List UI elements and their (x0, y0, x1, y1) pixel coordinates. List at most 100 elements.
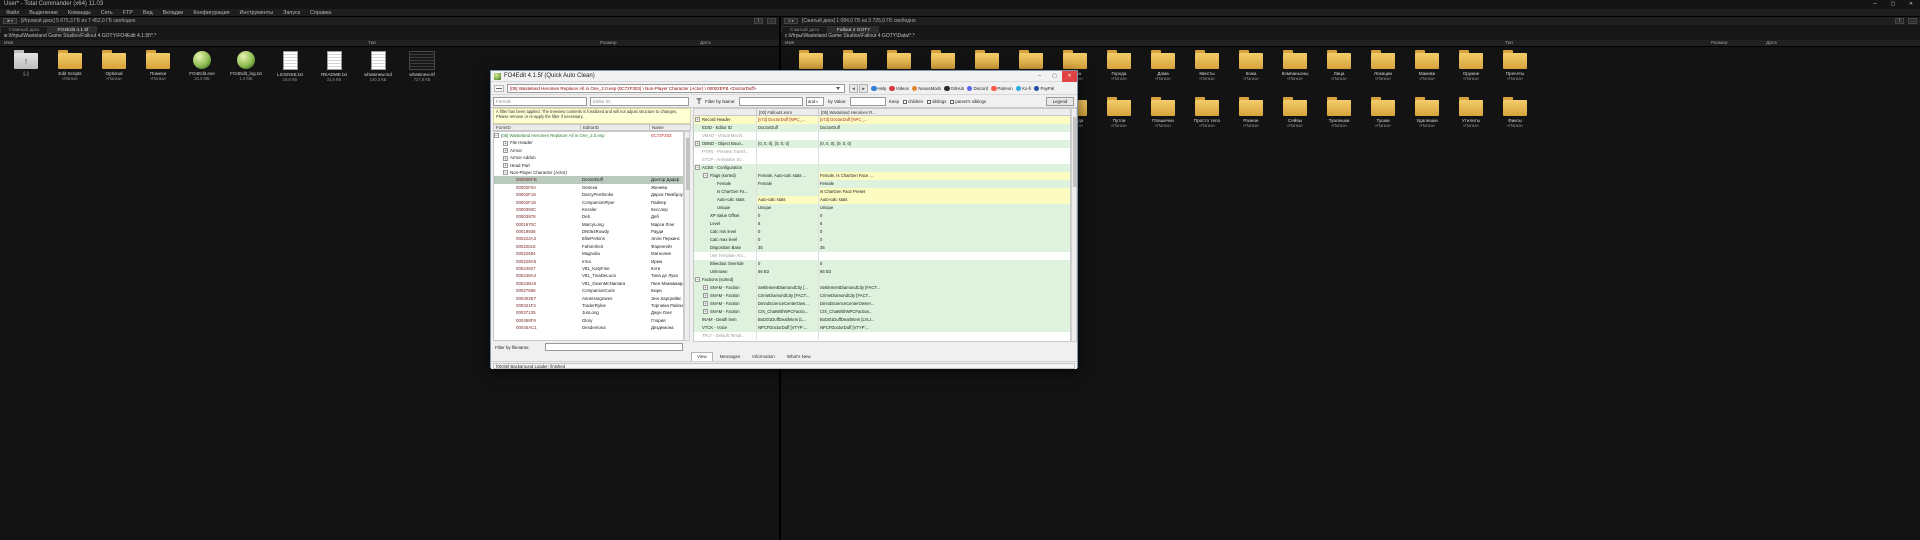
expander-icon[interactable]: + (703, 293, 708, 298)
tc-col-size[interactable]: Размер (600, 40, 617, 47)
record-field-row[interactable]: +SNAM - Faction CrimeDiamondCity [FACT..… (694, 292, 1070, 300)
external-link[interactable]: Videos (889, 86, 909, 92)
record-tree-row[interactable]: 00002F0A Geneva Женева (494, 184, 683, 191)
record-tree-row[interactable]: 00002F1E CompanionPiper Пайпер (494, 199, 683, 206)
record-field-row[interactable]: STCP - Animation So... (694, 156, 1070, 164)
master-value-cell[interactable] (756, 156, 818, 164)
tc-folder-item[interactable]: Пресеты «Папка» (1493, 48, 1537, 81)
scrollbar-thumb[interactable] (1073, 117, 1077, 187)
expander-icon[interactable]: + (503, 163, 508, 168)
record-panel-scrollbar[interactable] (1071, 108, 1077, 342)
override-value-cell[interactable]: 0 (818, 236, 1071, 244)
master-value-cell[interactable]: 6 (756, 220, 818, 228)
record-field-row[interactable]: VTCK - Voice NPCFDoctorDuff [VTYP:... NP… (694, 324, 1070, 332)
expander-icon[interactable]: + (503, 156, 508, 161)
override-value-cell[interactable]: (0, 0, 0), (0, 0, 0) (818, 140, 1071, 148)
record-field-row[interactable]: Unique Unique Unique (694, 204, 1070, 212)
master-value-cell[interactable]: 66 B3 (756, 268, 818, 276)
external-link[interactable]: Ko-fi (1016, 86, 1031, 92)
master-value-cell[interactable] (756, 188, 818, 196)
tc-folder-tab[interactable]: Fallout 4 GOTY (828, 26, 879, 33)
record-field-row[interactable]: +SNAM - Faction DmndScienceCenterOwn... … (694, 300, 1070, 308)
override-value-cell[interactable]: 0 (818, 260, 1071, 268)
formid-search-input[interactable] (493, 97, 587, 106)
record-field-row[interactable]: −Factions (sorted) (694, 276, 1070, 284)
tc-folder-tab[interactable]: Сжатый диск (781, 26, 828, 33)
record-field-row[interactable]: TPLT - Default Templ... (694, 332, 1070, 340)
override-value-cell[interactable]: Unique (818, 204, 1071, 212)
tc-col-type[interactable]: Тип (368, 40, 376, 47)
record-field-row[interactable]: PTRN - Preview Transf... (694, 148, 1070, 156)
tc-file-item[interactable]: Edit Scripts «Папка» (48, 48, 92, 82)
master-value-cell[interactable]: [v73] DoctorDuff [NPC_... (756, 116, 818, 124)
bottom-tab[interactable]: What's New (782, 352, 816, 361)
master-value-cell[interactable] (756, 252, 818, 260)
tc-close-button[interactable] (1906, 0, 1916, 9)
tc-col-date[interactable]: Дата (700, 40, 711, 47)
nav-forward-button[interactable]: ► (859, 84, 868, 93)
record-field-row[interactable]: EDID - Editor ID DoctorDuff DoctorDuff (694, 124, 1070, 132)
fo4edit-titlebar[interactable]: FO4Edit 4.1.5f (Quick Auto Clean) (491, 71, 1077, 82)
master-value-cell[interactable]: Female, Auto-calc stats ... (756, 172, 818, 180)
record-field-row[interactable]: −ACBS - Configuration (694, 164, 1070, 172)
expander-icon[interactable]: + (703, 309, 708, 314)
tc-folder-tab[interactable]: FO4Edit 4.1.5f (48, 26, 97, 33)
master-value-cell[interactable]: 0 (756, 212, 818, 220)
override-value-cell[interactable] (818, 148, 1071, 156)
tc-right-updir-button[interactable]: .. (1908, 18, 1917, 24)
override-value-cell[interactable]: Is CharGen Face Preset (818, 188, 1071, 196)
tc-menu-item[interactable]: Файл (6, 9, 19, 16)
hamburger-menu-icon[interactable] (494, 85, 504, 92)
record-field-row[interactable]: Auto-calc stats Auto-calc stats Auto-cal… (694, 196, 1070, 204)
master-value-cell[interactable] (756, 332, 818, 340)
tc-left-root-button[interactable]: \ (754, 18, 763, 24)
record-tree-row[interactable]: 00024B19 V81_GwenMcNamara Гвен Макнамара (494, 280, 683, 287)
tc-menu-item[interactable]: Сеть (101, 9, 113, 16)
record-tree-row[interactable]: 000228A5 Irma Ирма (494, 258, 683, 265)
tc-folder-item[interactable]: Утилиты «Папка» (1449, 95, 1493, 128)
master-value-cell[interactable]: Auto-calc stats (756, 196, 818, 204)
tc-folder-item[interactable]: Квесты «Папка» (1185, 48, 1229, 81)
tc-col-type[interactable]: Тип (1505, 40, 1513, 47)
master-value-cell[interactable]: DmndScienceCenterOwn... (756, 300, 818, 308)
record-tree-row[interactable]: 0001970C MarcyLong Марси Лонг (494, 221, 683, 228)
external-link[interactable]: NexusMods (912, 86, 941, 92)
tc-folder-item[interactable]: Туалешки «Папка» (1317, 95, 1361, 128)
override-value-cell[interactable]: CrimeDiamondCity [FACT... (818, 292, 1071, 300)
override-value-cell[interactable]: NPCFDoctorDuff [VTYP:... (818, 324, 1071, 332)
fo4edit-maximize-button[interactable] (1047, 71, 1062, 82)
tc-menu-item[interactable]: Выделение (29, 9, 58, 16)
tree-scrollbar[interactable] (684, 131, 690, 341)
master-value-cell[interactable]: NPCFDoctorDuff [VTYP:... (756, 324, 818, 332)
record-field-row[interactable]: +OBND - Object Boun... (0, 0, 0), (0, 0,… (694, 140, 1070, 148)
tc-folder-item[interactable]: Локации «Папка» (1361, 48, 1405, 81)
group-tree-row[interactable]: +Armor Addon (494, 154, 683, 161)
plugin-tree-row[interactable]: −[05] Wasteland Heroines Replacer All in… (494, 132, 683, 139)
tc-maximize-button[interactable] (1888, 0, 1898, 9)
tc-left-path[interactable]: ж:\Игры\Wasteland Game Studios\Fallout 4… (0, 33, 779, 40)
tc-col-size[interactable]: Размер (1711, 40, 1728, 47)
record-field-row[interactable]: Calc min level 0 0 (694, 228, 1070, 236)
master-value-cell[interactable]: DoctorDuff (756, 124, 818, 132)
fo4edit-close-button[interactable] (1062, 71, 1077, 82)
tc-menu-item[interactable]: Инструменты (240, 9, 274, 16)
override-value-cell[interactable] (818, 332, 1071, 340)
override-value-cell[interactable] (818, 132, 1071, 140)
tc-folder-item[interactable]: Кожа «Папка» (1229, 48, 1273, 81)
tc-left-updir-button[interactable]: .. (767, 18, 776, 24)
tc-file-item[interactable]: whatsnew.md 140,3 КБ (356, 48, 400, 82)
override-value-cell[interactable]: DmndScienceCenterOwner... (818, 300, 1071, 308)
record-field-row[interactable]: −Flags (sorted) Female, Auto-calc stats … (694, 172, 1070, 180)
tc-minimize-button[interactable] (1870, 0, 1880, 9)
tc-file-item[interactable]: FO4Edit_log.txt 1,4 МБ (224, 48, 268, 82)
tc-menu-item[interactable]: FTP (123, 9, 133, 16)
master-value-cell[interactable] (756, 276, 818, 284)
tc-menu-item[interactable]: Команды (68, 9, 91, 16)
override-value-cell[interactable]: [v73] DoctorDuff [NPC_... (818, 116, 1071, 124)
filter-by-value-input[interactable] (850, 97, 886, 106)
override-value-cell[interactable]: DoctorDuff (818, 124, 1071, 132)
scrollbar-thumb[interactable] (686, 138, 690, 190)
tc-file-item[interactable]: Optional «Папка» (92, 48, 136, 82)
override-value-cell[interactable] (818, 276, 1071, 284)
checkbox-icon[interactable] (950, 100, 954, 104)
